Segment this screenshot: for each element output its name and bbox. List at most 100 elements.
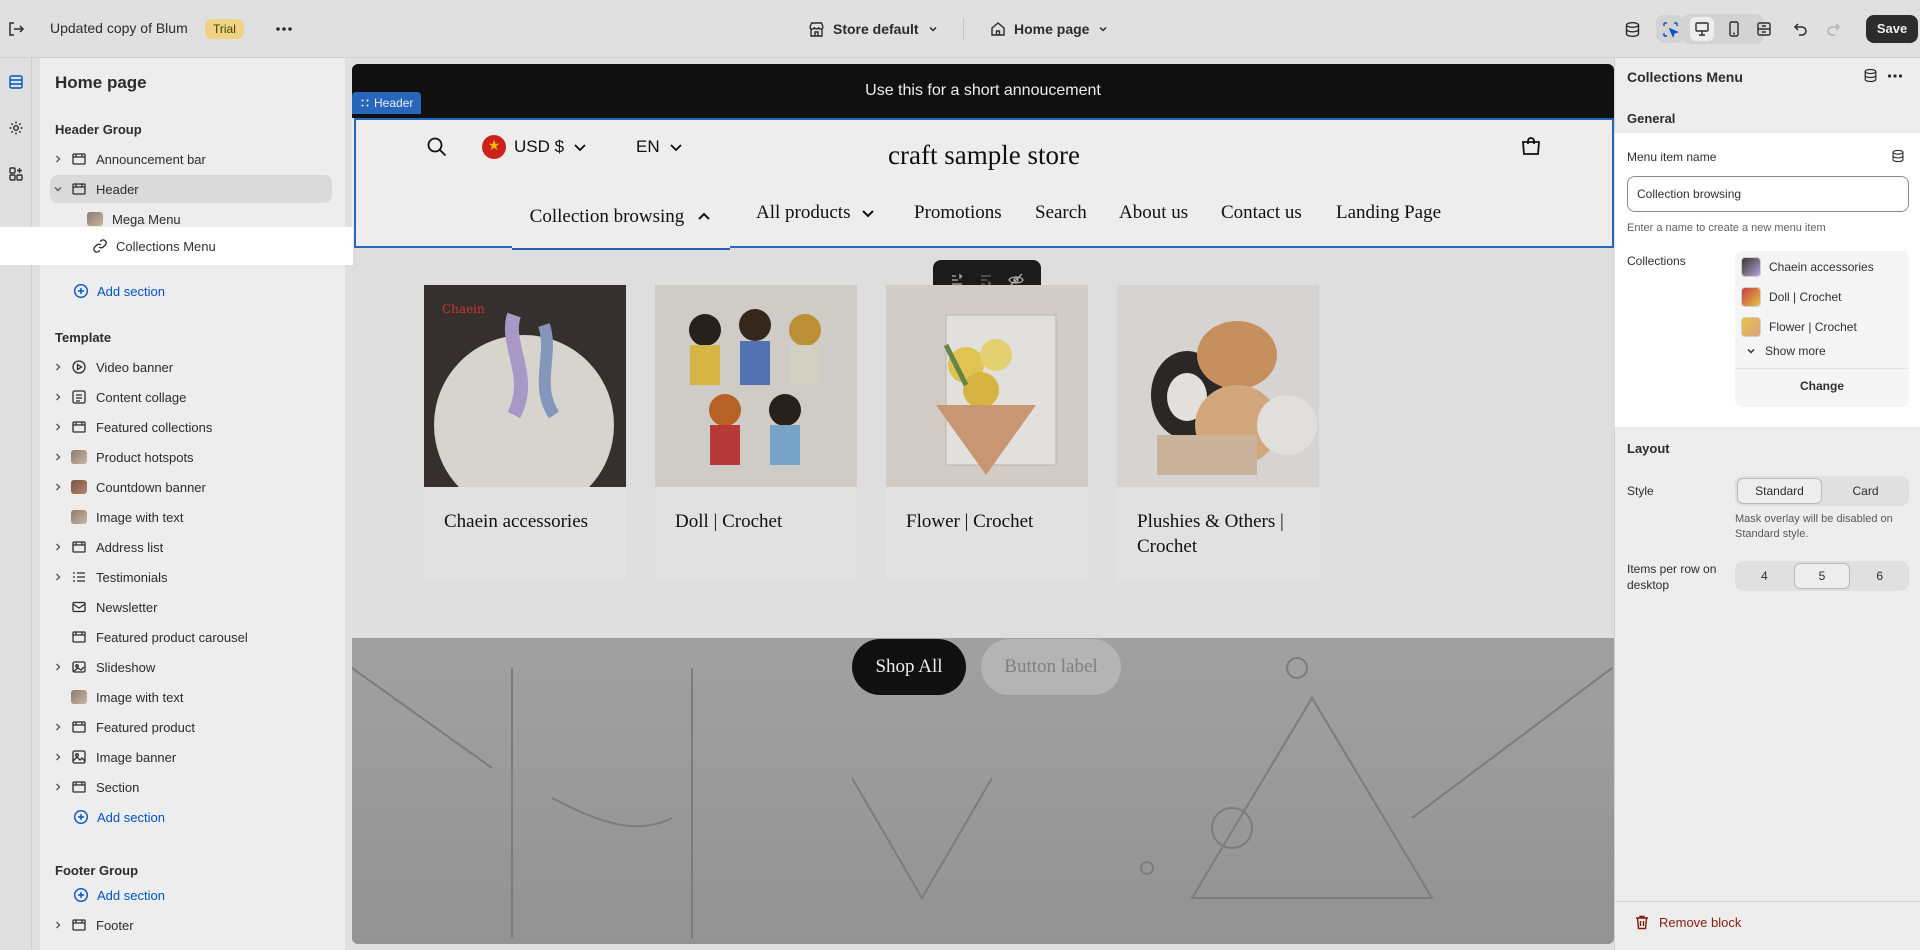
style-option-card[interactable]: Card: [1824, 478, 1907, 504]
chevron-right-icon[interactable]: [50, 659, 66, 675]
add-section-header-group[interactable]: Add section: [73, 277, 165, 305]
chevron-right-icon[interactable]: [50, 449, 66, 465]
mobile-icon[interactable]: [1722, 17, 1746, 41]
items-per-row-option-6[interactable]: 6: [1852, 563, 1907, 589]
store-icon: [808, 21, 825, 38]
redo-icon[interactable]: [1821, 17, 1845, 41]
menu-item-name-input[interactable]: Collection browsing: [1627, 176, 1909, 212]
section-testimonials[interactable]: Testimonials: [50, 563, 332, 591]
page-dropdown[interactable]: Home page: [990, 18, 1109, 40]
chevron-right-icon[interactable]: [50, 749, 66, 765]
general-section-label: General: [1627, 111, 1676, 126]
chevron-right-icon[interactable]: [50, 359, 66, 375]
nav-item-promotions[interactable]: Promotions: [914, 198, 1002, 228]
remove-block-button[interactable]: Remove block: [1635, 915, 1741, 930]
collection-item[interactable]: Flower | Crochet: [1741, 315, 1857, 339]
section-section[interactable]: Section: [50, 773, 332, 801]
inspector-select-icon[interactable]: [1656, 15, 1684, 43]
section-footer[interactable]: Footer: [50, 911, 332, 939]
style-option-standard[interactable]: Standard: [1737, 478, 1822, 504]
save-button[interactable]: Save: [1866, 15, 1918, 43]
undo-icon[interactable]: [1789, 17, 1813, 41]
change-collections-button[interactable]: Change: [1735, 368, 1909, 402]
dynamic-source-icon[interactable]: [1891, 149, 1905, 163]
section-image-with-text[interactable]: Image with text: [50, 503, 332, 531]
section-featured-product-carousel[interactable]: Featured product carousel: [50, 623, 332, 651]
desktop-icon[interactable]: [1690, 17, 1714, 41]
section-announcement-bar[interactable]: Announcement bar: [50, 145, 332, 173]
shop-all-button[interactable]: Shop All: [852, 639, 966, 695]
show-more-toggle[interactable]: Show more: [1745, 344, 1826, 358]
theme-dropdown[interactable]: Store default: [808, 18, 939, 40]
fullscreen-icon[interactable]: [1752, 17, 1776, 41]
more-options-icon[interactable]: [1887, 73, 1903, 79]
chevron-right-icon[interactable]: [50, 389, 66, 405]
nav-item-search[interactable]: Search: [1035, 198, 1087, 228]
chevron-up-icon: [696, 209, 712, 225]
section-product-hotspots[interactable]: Product hotspots: [50, 443, 332, 471]
section-countdown-banner[interactable]: Countdown banner: [50, 473, 332, 501]
secondary-button[interactable]: Button label: [981, 639, 1121, 695]
more-options-icon[interactable]: [272, 17, 296, 41]
database-icon[interactable]: [1620, 17, 1644, 41]
chevron-right-icon[interactable]: [50, 917, 66, 933]
section-featured-collections[interactable]: Featured collections: [50, 413, 332, 441]
nav-item-all-products[interactable]: All products: [756, 198, 876, 228]
items-per-row-option-4[interactable]: 4: [1737, 563, 1792, 589]
collection-card[interactable]: Plushies & Others | Crochet: [1117, 285, 1319, 581]
section-slideshow[interactable]: Slideshow: [50, 653, 332, 681]
section-newsletter[interactable]: Newsletter: [50, 593, 332, 621]
collection-card[interactable]: Flower | Crochet: [886, 285, 1088, 581]
chevron-down-icon[interactable]: [50, 181, 66, 197]
section-header[interactable]: Header: [50, 175, 332, 203]
collection-item[interactable]: Chaein accessories: [1741, 255, 1874, 279]
nav-item-contact-us[interactable]: Contact us: [1221, 198, 1302, 228]
theme-settings-icon[interactable]: [4, 116, 28, 140]
template-label: Template: [55, 330, 112, 345]
chevron-right-icon[interactable]: [50, 419, 66, 435]
chevron-right-icon[interactable]: [50, 719, 66, 735]
header-group-label: Header Group: [55, 122, 142, 137]
section-image-banner[interactable]: Image banner: [50, 743, 332, 771]
chevron-right-icon[interactable]: [50, 569, 66, 585]
add-section-template[interactable]: Add section: [73, 803, 165, 831]
section-layout-icon: [70, 150, 88, 168]
exit-icon[interactable]: [4, 17, 28, 41]
nav-item-collection-browsing[interactable]: Collection browsing: [512, 186, 730, 250]
cart-icon[interactable]: [1520, 135, 1542, 157]
section-image-with-text-2[interactable]: Image with text: [50, 683, 332, 711]
collection-image: [1117, 285, 1319, 487]
store-logo-text[interactable]: craft sample store: [356, 140, 1612, 171]
chevron-right-icon[interactable]: [50, 539, 66, 555]
collection-title: Flower | Crochet: [906, 511, 1034, 532]
add-section-footer-group[interactable]: Add section: [73, 881, 165, 909]
sections-icon[interactable]: [4, 70, 28, 94]
store-header[interactable]: ★ USD $ EN craft sample store Collection…: [354, 118, 1614, 250]
collection-card[interactable]: Chaein Chaein accessories: [424, 285, 626, 581]
database-icon[interactable]: [1863, 68, 1878, 83]
text-block-icon: [70, 388, 88, 406]
collection-card[interactable]: Doll | Crochet: [655, 285, 857, 581]
section-address-list[interactable]: Address list: [50, 533, 332, 561]
section-layout-icon: [70, 916, 88, 934]
block-collections-menu[interactable]: Collections Menu: [0, 227, 353, 265]
collection-item[interactable]: Doll | Crochet: [1741, 285, 1841, 309]
section-layout-icon: [70, 778, 88, 796]
apps-icon[interactable]: [4, 162, 28, 186]
slideshow-icon: [70, 658, 88, 676]
chevron-right-icon[interactable]: [50, 151, 66, 167]
section-label: Slideshow: [96, 659, 156, 675]
items-per-row-option-5[interactable]: 5: [1793, 563, 1851, 589]
chevron-right-icon[interactable]: [50, 479, 66, 495]
section-label: Newsletter: [96, 599, 158, 615]
link-icon: [92, 238, 108, 254]
plus-circle-icon: [73, 809, 89, 825]
chevron-right-icon[interactable]: [50, 779, 66, 795]
section-featured-product[interactable]: Featured product: [50, 713, 332, 741]
header-section-tag[interactable]: Header: [352, 92, 422, 114]
section-content-collage[interactable]: Content collage: [50, 383, 332, 411]
announcement-bar[interactable]: Use this for a short annoucement: [352, 64, 1614, 118]
nav-item-landing-page[interactable]: Landing Page: [1336, 198, 1441, 228]
section-video-banner[interactable]: Video banner: [50, 353, 332, 381]
nav-item-about-us[interactable]: About us: [1119, 198, 1188, 228]
